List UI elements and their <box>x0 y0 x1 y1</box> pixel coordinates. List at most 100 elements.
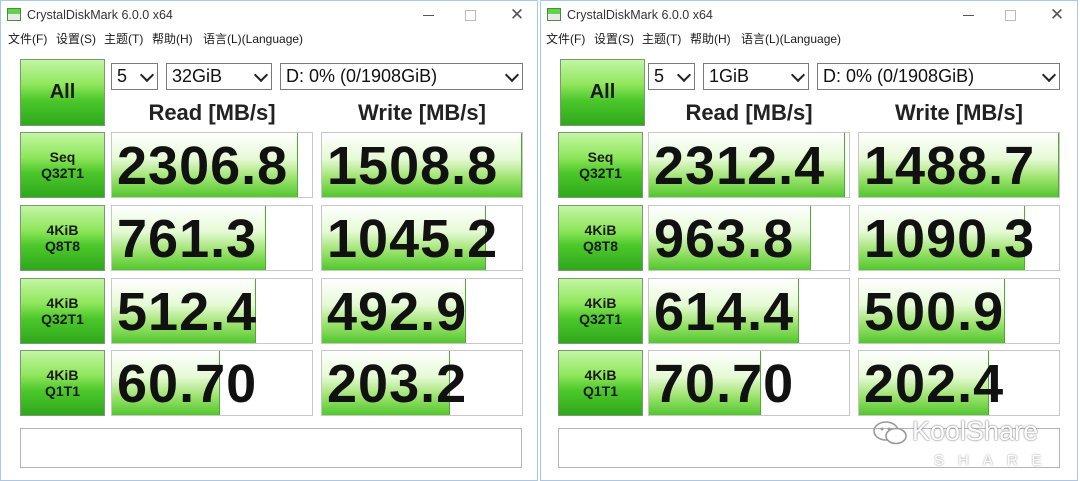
4kib-q8t8-button[interactable]: 4KiB Q8T8 <box>20 205 105 271</box>
window-title: CrystalDiskMark 6.0.0 x64 <box>27 8 173 22</box>
row-label: 4KiB Q32T1 <box>41 294 84 327</box>
result-value: 500.9 <box>864 282 1005 342</box>
test-size-value: 32GiB <box>172 66 223 86</box>
row-label: 4KiB Q32T1 <box>579 294 622 327</box>
cdm-window-left: CrystalDiskMark 6.0.0 x64 ✕ 文件(F) 设置(S) … <box>0 0 538 481</box>
menu-language[interactable]: 语言(L)(Language) <box>741 30 841 47</box>
cdm-window-right: CrystalDiskMark 6.0.0 x64 ✕ 文件(F) 设置(S) … <box>540 0 1078 481</box>
result-cell-write: 202.4 <box>858 350 1060 416</box>
chevron-down-icon <box>140 70 153 83</box>
4kib-q8t8-button[interactable]: 4KiB Q8T8 <box>558 205 643 271</box>
menu-theme[interactable]: 主题(T) <box>642 30 681 47</box>
drive-value: D: 0% (0/1908GiB) <box>286 66 438 86</box>
row-label: Seq Q32T1 <box>579 148 622 181</box>
menu-theme[interactable]: 主题(T) <box>104 30 143 47</box>
result-value: 60.70 <box>117 354 258 414</box>
chevron-down-icon <box>791 70 804 83</box>
test-size-select[interactable]: 32GiB <box>166 63 272 90</box>
menu-file[interactable]: 文件(F) <box>546 30 585 47</box>
menu-file[interactable]: 文件(F) <box>8 30 47 47</box>
test-size-select[interactable]: 1GiB <box>703 63 809 90</box>
row-label: Seq Q32T1 <box>41 148 84 181</box>
result-cell-write: 1045.2 <box>321 205 523 271</box>
close-icon[interactable]: ✕ <box>1047 5 1067 25</box>
result-cell-read: 614.4 <box>648 278 850 344</box>
chevron-down-icon <box>677 70 690 83</box>
result-value: 1045.2 <box>327 209 499 269</box>
result-value: 761.3 <box>117 209 258 269</box>
read-header: Read [MB/s] <box>685 100 813 125</box>
seq-q32t1-button[interactable]: Seq Q32T1 <box>558 132 643 198</box>
result-value: 1090.3 <box>864 209 1036 269</box>
result-value: 70.70 <box>654 354 795 414</box>
title-bar[interactable]: CrystalDiskMark 6.0.0 x64 ✕ <box>541 1 1077 29</box>
benchmark-panel: All 5 32GiB D: 0% (0/1908GiB) Read [MB/s… <box>1 51 537 480</box>
test-count-select[interactable]: 5 <box>648 63 695 90</box>
result-value: 203.2 <box>327 354 468 414</box>
result-value: 2312.4 <box>654 136 826 196</box>
result-value: 1488.7 <box>864 136 1036 196</box>
result-value: 614.4 <box>654 282 795 342</box>
read-header: Read [MB/s] <box>148 100 276 125</box>
test-count-value: 5 <box>654 66 665 86</box>
result-value: 963.8 <box>654 209 795 269</box>
maximize-icon[interactable] <box>1000 5 1020 25</box>
result-value: 1508.8 <box>327 136 499 196</box>
result-value: 492.9 <box>327 282 468 342</box>
4kib-q32t1-button[interactable]: 4KiB Q32T1 <box>558 278 643 344</box>
result-cell-write: 203.2 <box>321 350 523 416</box>
result-cell-read: 2312.4 <box>648 132 850 198</box>
4kib-q32t1-button[interactable]: 4KiB Q32T1 <box>20 278 105 344</box>
4kib-q1t1-button[interactable]: 4KiB Q1T1 <box>558 350 643 416</box>
row-label: 4KiB Q1T1 <box>582 366 618 399</box>
seq-q32t1-button[interactable]: Seq Q32T1 <box>20 132 105 198</box>
watermark-subtext: SHARE <box>934 452 1056 469</box>
row-label: 4KiB Q1T1 <box>44 366 80 399</box>
4kib-q1t1-button[interactable]: 4KiB Q1T1 <box>20 350 105 416</box>
result-cell-write: 500.9 <box>858 278 1060 344</box>
write-header: Write [MB/s] <box>358 100 486 125</box>
menu-settings[interactable]: 设置(S) <box>56 30 96 47</box>
drive-select[interactable]: D: 0% (0/1908GiB) <box>280 63 523 90</box>
all-button[interactable]: All <box>560 59 645 126</box>
test-count-value: 5 <box>117 66 128 86</box>
result-cell-write: 1488.7 <box>858 132 1060 198</box>
watermark: KoolShare SHARE <box>870 412 1070 476</box>
minimize-icon[interactable] <box>419 5 439 25</box>
result-cell-read: 60.70 <box>111 350 313 416</box>
minimize-icon[interactable] <box>959 5 979 25</box>
all-button[interactable]: All <box>20 59 105 126</box>
chevron-down-icon <box>1042 70 1055 83</box>
result-value: 2306.8 <box>117 136 289 196</box>
row-label: 4KiB Q8T8 <box>44 221 80 254</box>
test-count-select[interactable]: 5 <box>111 63 158 90</box>
menu-bar: 文件(F) 设置(S) 主题(T) 帮助(H) 语言(L)(Language) <box>541 28 1077 48</box>
result-cell-read: 2306.8 <box>111 132 313 198</box>
result-cell-read: 70.70 <box>648 350 850 416</box>
maximize-icon[interactable] <box>460 5 480 25</box>
result-cell-read: 761.3 <box>111 205 313 271</box>
menu-bar: 文件(F) 设置(S) 主题(T) 帮助(H) 语言(L)(Language) <box>1 28 537 48</box>
chevron-down-icon <box>505 70 518 83</box>
menu-help[interactable]: 帮助(H) <box>690 30 731 47</box>
result-cell-write: 1090.3 <box>858 205 1060 271</box>
result-cell-read: 512.4 <box>111 278 313 344</box>
title-bar[interactable]: CrystalDiskMark 6.0.0 x64 ✕ <box>1 1 537 29</box>
drive-value: D: 0% (0/1908GiB) <box>823 66 975 86</box>
menu-help[interactable]: 帮助(H) <box>152 30 193 47</box>
test-size-value: 1GiB <box>709 66 750 86</box>
wechat-icon <box>873 421 907 445</box>
result-cell-read: 963.8 <box>648 205 850 271</box>
app-icon <box>547 8 561 21</box>
window-title: CrystalDiskMark 6.0.0 x64 <box>567 8 713 22</box>
comment-input[interactable] <box>20 428 522 468</box>
drive-select[interactable]: D: 0% (0/1908GiB) <box>817 63 1060 90</box>
row-label: 4KiB Q8T8 <box>582 221 618 254</box>
result-value: 512.4 <box>117 282 258 342</box>
menu-settings[interactable]: 设置(S) <box>594 30 634 47</box>
result-cell-write: 1508.8 <box>321 132 523 198</box>
close-icon[interactable]: ✕ <box>507 5 527 25</box>
result-value: 202.4 <box>864 354 1005 414</box>
result-cell-write: 492.9 <box>321 278 523 344</box>
menu-language[interactable]: 语言(L)(Language) <box>203 30 303 47</box>
